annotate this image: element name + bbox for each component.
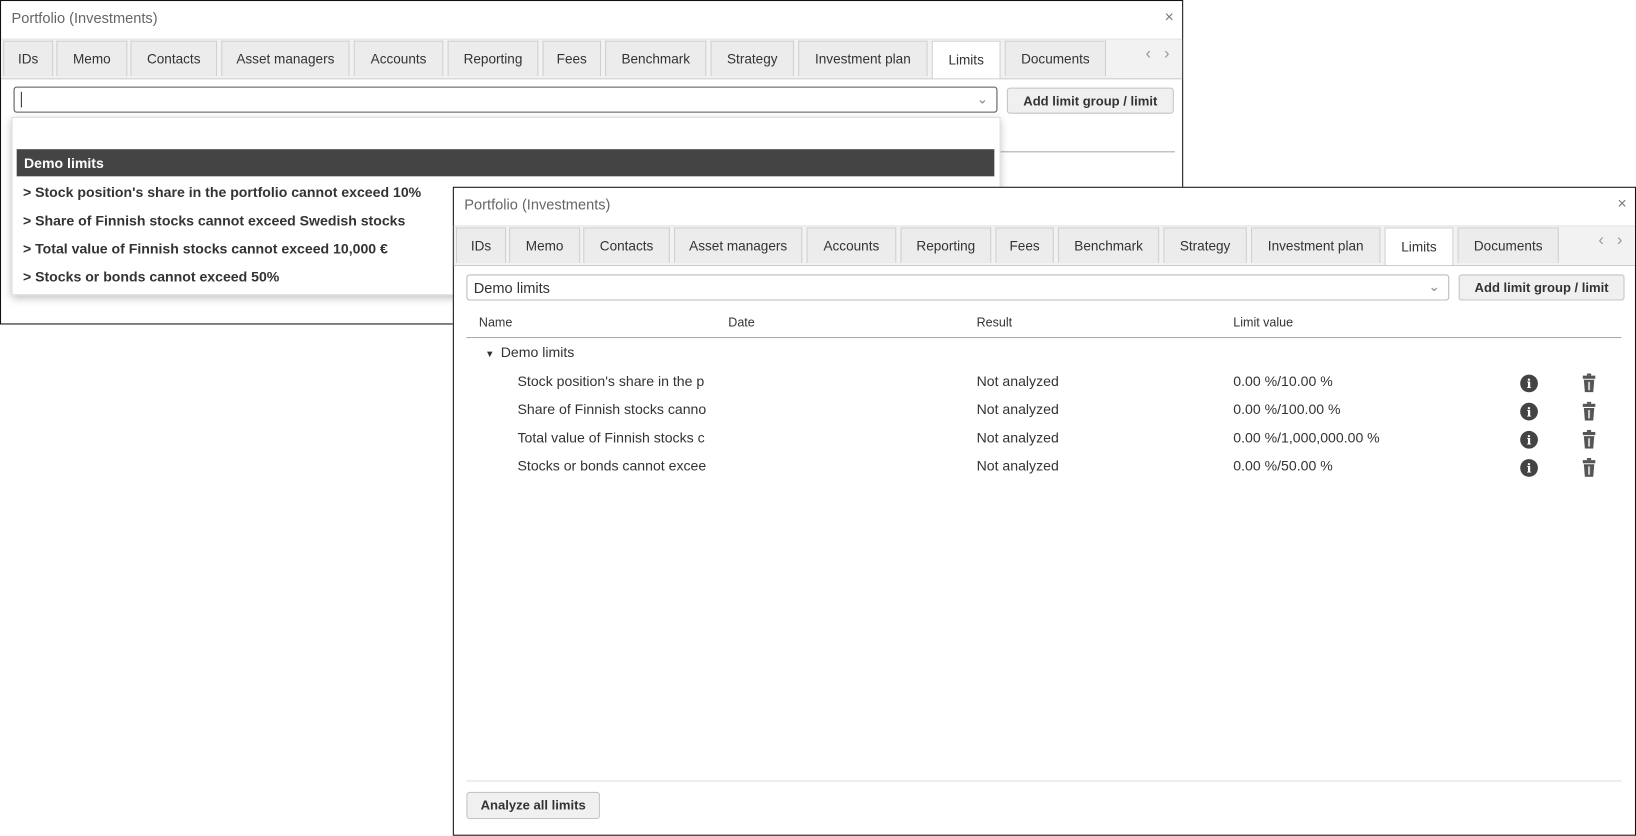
chevron-left-right-icon[interactable]: ‹ › [1146, 45, 1174, 64]
trash-icon[interactable] [1582, 401, 1597, 421]
limit-row-limit-value: 0.00 %/100.00 % [1233, 401, 1341, 418]
tab-4[interactable]: Accounts [806, 227, 897, 263]
tab-8[interactable]: Strategy [710, 40, 795, 77]
column-header-limit-value[interactable]: Limit value [1233, 315, 1293, 330]
info-circle-icon[interactable]: i [1520, 402, 1538, 421]
tab-11[interactable]: Documents [1004, 40, 1106, 77]
tab-10[interactable]: Limits [1384, 227, 1454, 266]
tab-7[interactable]: Benchmark [1057, 227, 1160, 263]
column-header-date[interactable]: Date [728, 315, 754, 330]
info-circle-icon[interactable]: i [1520, 374, 1538, 393]
info-circle-icon[interactable]: i [1520, 430, 1538, 449]
portfolio-window-front: Portfolio (Investments) × ‹ › Demo limit… [452, 186, 1636, 836]
limit-row-name[interactable]: Stock position's share in the p [518, 374, 716, 390]
tab-1[interactable]: Memo [509, 227, 581, 263]
header-divider [466, 337, 1622, 339]
tab-5[interactable]: Reporting [900, 227, 992, 263]
tab-7[interactable]: Benchmark [605, 40, 707, 77]
group-row-demo-limits[interactable]: ▼ Demo limits [485, 344, 574, 360]
group-label: Demo limits [500, 344, 575, 360]
limit-group-select[interactable]: Demo limits ⌄ [466, 274, 1450, 301]
tab-2[interactable]: Contacts [583, 227, 670, 263]
tab-6[interactable]: Fees [542, 40, 601, 77]
chevron-down-icon: ⌄ [1428, 278, 1440, 295]
limit-row-limit-value: 0.00 %/10.00 % [1233, 373, 1333, 390]
window-title: Portfolio (Investments) [11, 9, 158, 27]
tab-5[interactable]: Reporting [447, 40, 539, 77]
limit-row-name[interactable]: Stocks or bonds cannot excee [518, 458, 716, 474]
trash-icon[interactable] [1582, 458, 1597, 477]
dropdown-item[interactable]: > Stock position's share in the portfoli… [23, 185, 421, 201]
add-limit-button[interactable]: Add limit group / limit [1006, 87, 1174, 114]
tab-8[interactable]: Strategy [1163, 227, 1247, 263]
dropdown-item[interactable]: > Stocks or bonds cannot exceed 50% [23, 269, 279, 285]
limit-row-result: Not analyzed [976, 401, 1059, 418]
tab-3[interactable]: Asset managers [221, 40, 350, 77]
limit-row-result: Not analyzed [976, 458, 1059, 474]
divider [997, 151, 1175, 153]
tab-4[interactable]: Accounts [353, 40, 444, 77]
select-value: Demo limits [473, 279, 550, 296]
column-header-name[interactable]: Name [479, 315, 512, 330]
tab-10[interactable]: Limits [931, 40, 1001, 79]
limit-row-limit-value: 0.00 %/50.00 % [1233, 458, 1333, 474]
limit-row-name[interactable]: Total value of Finnish stocks c [518, 430, 716, 446]
tab-0[interactable]: IDs [3, 40, 54, 77]
limit-row-result: Not analyzed [976, 373, 1059, 390]
tab-9[interactable]: Investment plan [1251, 227, 1381, 263]
limit-row-name[interactable]: Share of Finnish stocks canno [518, 402, 716, 418]
tab-9[interactable]: Investment plan [798, 40, 928, 77]
chevron-down-icon: ⌄ [976, 90, 989, 107]
limit-row-result: Not analyzed [976, 429, 1059, 446]
dropdown-group-demo-limits[interactable]: Demo limits [16, 149, 995, 177]
limit-group-select[interactable]: ⌄ [13, 86, 998, 113]
footer-divider [466, 780, 1622, 782]
dropdown-item[interactable]: > Total value of Finnish stocks cannot e… [23, 241, 388, 257]
tab-2[interactable]: Contacts [130, 40, 218, 77]
tab-3[interactable]: Asset managers [674, 227, 803, 263]
trash-icon[interactable] [1582, 373, 1597, 393]
info-circle-icon[interactable]: i [1520, 459, 1538, 477]
add-limit-button[interactable]: Add limit group / limit [1458, 274, 1625, 301]
tab-1[interactable]: Memo [56, 40, 128, 77]
column-header-result[interactable]: Result [977, 315, 1012, 330]
dropdown-item[interactable]: > Share of Finnish stocks cannot exceed … [23, 213, 405, 229]
window-title: Portfolio (Investments) [464, 196, 611, 213]
tab-0[interactable]: IDs [455, 227, 507, 263]
trash-icon[interactable] [1582, 429, 1597, 449]
analyze-all-limits-button[interactable]: Analyze all limits [466, 791, 600, 820]
limit-row-limit-value: 0.00 %/1,000,000.00 % [1233, 429, 1380, 446]
tab-11[interactable]: Documents [1457, 227, 1559, 263]
chevron-left-right-icon[interactable]: ‹ › [1598, 232, 1626, 251]
caret-down-icon[interactable]: ▼ [485, 348, 494, 358]
tab-6[interactable]: Fees [995, 227, 1054, 263]
close-icon[interactable]: × [1165, 8, 1174, 26]
close-icon[interactable]: × [1617, 195, 1626, 213]
